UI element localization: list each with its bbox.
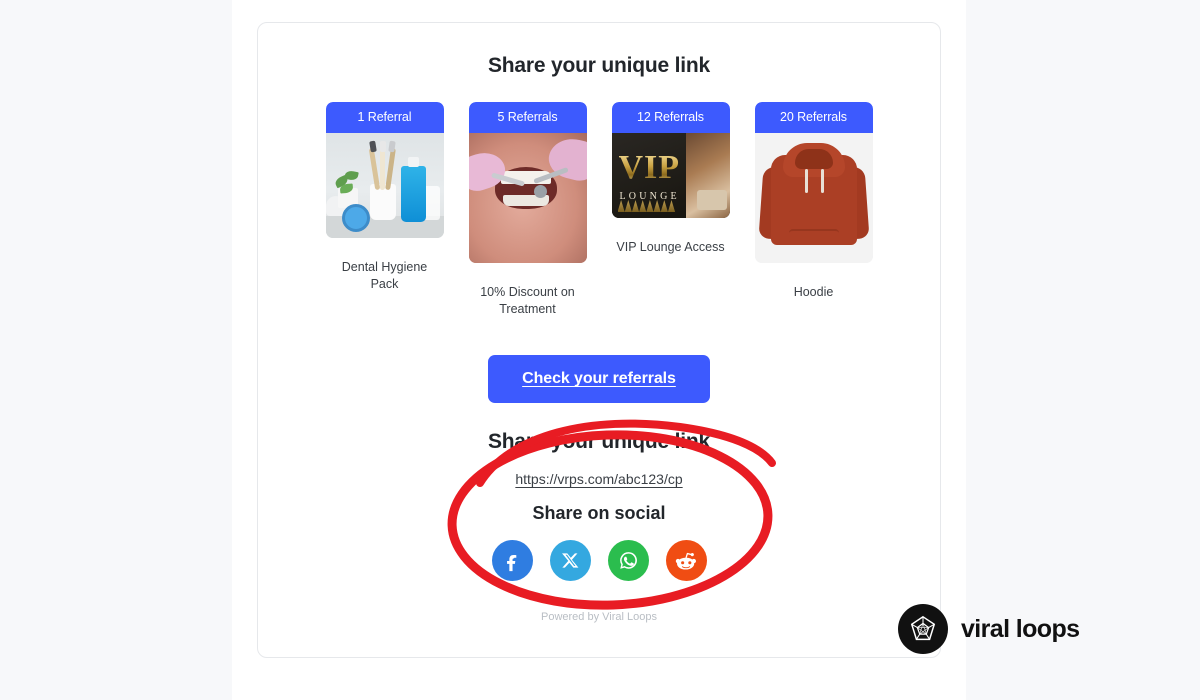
viral-loops-mark-icon bbox=[898, 604, 948, 654]
reward-image-hoodie bbox=[754, 133, 873, 263]
powered-by-label: Powered by Viral Loops bbox=[541, 611, 657, 623]
reward-badge: 20 Referrals bbox=[754, 102, 873, 133]
reward-item: 5 Referrals 10% Discount on Treatment bbox=[468, 102, 587, 318]
reward-badge: 12 Referrals bbox=[611, 102, 730, 133]
reward-item: 12 Referrals VIP LOUNGE VIP Lounge Acces… bbox=[611, 102, 730, 256]
social-buttons-row bbox=[258, 540, 940, 581]
cta-container: Check your referrals bbox=[258, 355, 940, 403]
reward-label: Dental Hygiene Pack bbox=[341, 260, 428, 291]
reward-image-vip-lounge: VIP LOUNGE bbox=[611, 133, 730, 218]
page-left-gutter bbox=[0, 0, 232, 700]
reward-card[interactable]: 20 Referrals bbox=[754, 102, 873, 263]
rewards-row: 1 Referral Dental Hygiene Pack 5 Referra… bbox=[258, 102, 940, 318]
share-section-title: Share your unique link bbox=[488, 430, 710, 453]
reward-badge: 1 Referral bbox=[325, 102, 444, 133]
reward-item: 20 Referrals Hoodie bbox=[754, 102, 873, 301]
viral-loops-logo: viral loops bbox=[898, 604, 1080, 654]
reward-label: VIP Lounge Access bbox=[616, 240, 725, 254]
reward-image-dental-hygiene bbox=[325, 133, 444, 238]
reward-card[interactable]: 12 Referrals VIP LOUNGE bbox=[611, 102, 730, 218]
reward-image-dental-treatment bbox=[468, 133, 587, 263]
referral-widget-card: Share your unique link 1 Referral Dental… bbox=[257, 22, 941, 658]
whatsapp-share-icon[interactable] bbox=[607, 540, 649, 581]
page-title: Share your unique link bbox=[488, 54, 710, 77]
reward-label: Hoodie bbox=[793, 285, 834, 299]
facebook-share-icon[interactable] bbox=[491, 540, 533, 581]
share-on-social-title: Share on social bbox=[532, 503, 666, 523]
reward-card[interactable]: 1 Referral bbox=[325, 102, 444, 238]
check-your-referrals-button[interactable]: Check your referrals bbox=[488, 355, 710, 403]
x-twitter-share-icon[interactable] bbox=[549, 540, 591, 581]
reward-item: 1 Referral Dental Hygiene Pack bbox=[325, 102, 444, 293]
lounge-sign-text: LOUNGE bbox=[619, 191, 680, 202]
vip-sign-text: VIP bbox=[618, 149, 681, 186]
page-right-gutter bbox=[966, 0, 1200, 700]
share-link-url[interactable]: https://vrps.com/abc123/cp bbox=[258, 471, 940, 487]
reward-badge: 5 Referrals bbox=[468, 102, 587, 133]
reddit-share-icon[interactable] bbox=[665, 540, 707, 581]
viral-loops-wordmark: viral loops bbox=[961, 614, 1080, 643]
reward-card[interactable]: 5 Referrals bbox=[468, 102, 587, 263]
reward-label: 10% Discount on Treatment bbox=[480, 285, 575, 316]
